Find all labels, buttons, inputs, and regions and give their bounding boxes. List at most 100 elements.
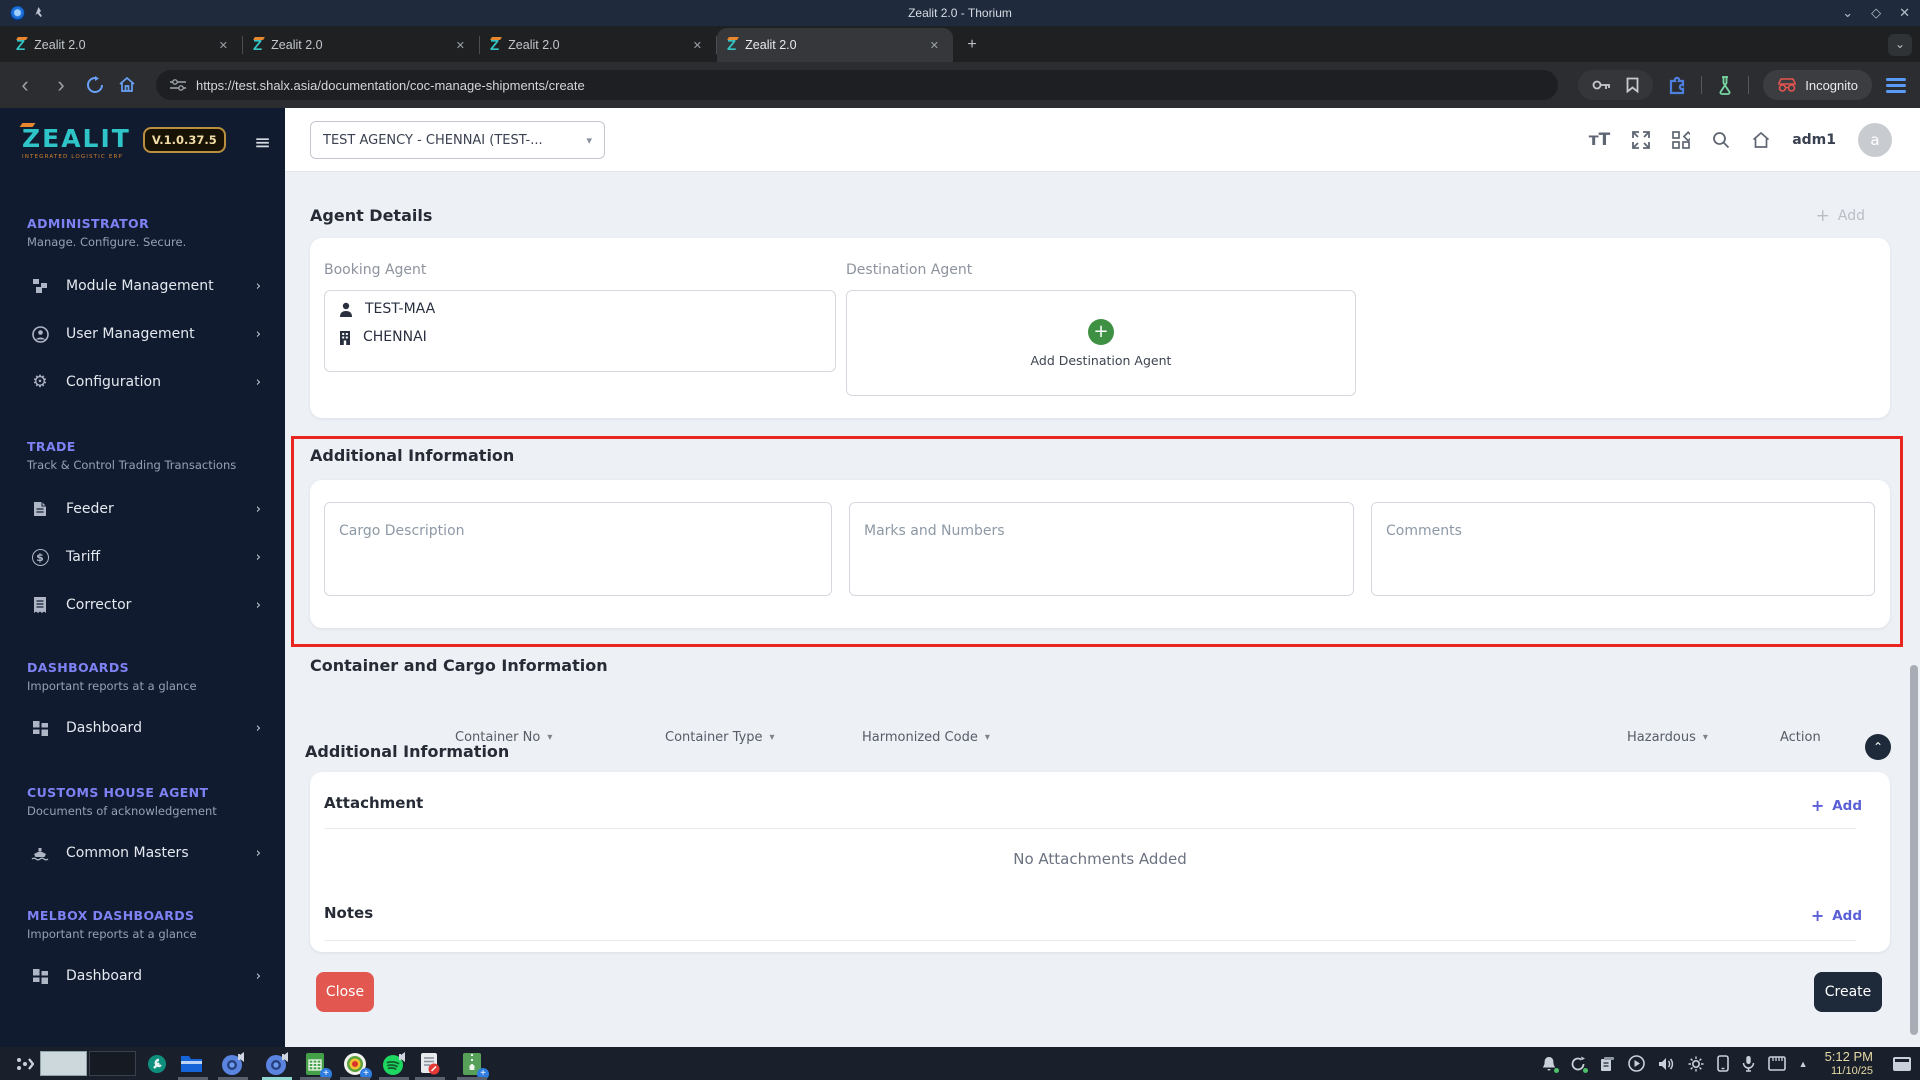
notifications-bell-icon[interactable]: [1541, 1056, 1559, 1073]
app-launcher-icon[interactable]: [16, 1056, 34, 1072]
microphone-icon[interactable]: [1742, 1055, 1755, 1072]
taskbar-target-app-icon[interactable]: +: [341, 1050, 372, 1080]
chevron-right-icon: ›: [255, 278, 261, 294]
username-label[interactable]: adm1: [1792, 132, 1836, 148]
tab-search-menu-button[interactable]: ⌄: [1888, 34, 1912, 56]
booking-agent-box[interactable]: TEST-MAA CHENNAI: [324, 290, 836, 372]
workspace-2[interactable]: [89, 1051, 136, 1076]
column-header-hazardous[interactable]: Hazardous ▾: [1627, 730, 1708, 745]
forward-icon[interactable]: ›: [50, 74, 72, 96]
tab-close-icon[interactable]: ✕: [926, 37, 943, 54]
create-button[interactable]: Create: [1814, 972, 1882, 1012]
agency-select[interactable]: TEST AGENCY - CHENNAI (TEST-... ▾: [310, 121, 605, 159]
sidebar-item-user-management[interactable]: User Management ›: [0, 319, 285, 349]
avatar[interactable]: a: [1858, 123, 1892, 157]
back-icon[interactable]: ‹: [14, 74, 36, 96]
browser-tab-3[interactable]: Z Zealit 2.0 ✕: [480, 28, 716, 62]
sidebar-section-subtitle: Manage. Configure. Secure.: [27, 235, 187, 249]
sidebar-item-dashboard[interactable]: Dashboard ›: [0, 713, 285, 743]
phone-icon[interactable]: [1716, 1055, 1729, 1072]
window-minimize-button[interactable]: ⌄: [1842, 5, 1853, 21]
tab-close-icon[interactable]: ✕: [689, 37, 706, 54]
column-header-container-type[interactable]: Container Type ▾: [665, 730, 775, 745]
collapse-panel-button[interactable]: ⌃: [1865, 734, 1891, 760]
add-destination-agent-label: Add Destination Agent: [1030, 352, 1172, 368]
sidebar-item-configuration[interactable]: ⚙ Configuration ›: [0, 367, 285, 397]
chevron-right-icon: ›: [255, 549, 261, 565]
brightness-icon[interactable]: [1688, 1056, 1704, 1072]
window-maximize-button[interactable]: ◇: [1871, 5, 1881, 21]
sidebar-collapse-icon[interactable]: ≡: [254, 132, 271, 152]
clock-date: 11/10/25: [1830, 1064, 1873, 1077]
incognito-badge: Incognito: [1763, 70, 1872, 100]
sidebar-item-label: Common Masters: [66, 845, 189, 861]
person-icon: [340, 302, 352, 317]
cargo-description-input[interactable]: Cargo Description: [324, 502, 832, 596]
content-scrollbar[interactable]: [1910, 665, 1918, 1035]
sidebar-item-common-masters[interactable]: Common Masters ›: [0, 838, 285, 868]
fullscreen-icon[interactable]: [1632, 131, 1651, 149]
browser-menu-icon[interactable]: [1886, 77, 1906, 93]
text-size-icon[interactable]: тT: [1589, 130, 1610, 150]
apps-grid-icon[interactable]: [1672, 131, 1691, 149]
taskbar-spotify-icon[interactable]: [380, 1050, 407, 1077]
tab-close-icon[interactable]: ✕: [215, 37, 232, 54]
network-icon[interactable]: [1767, 1056, 1786, 1071]
add-destination-agent-button[interactable]: + Add Destination Agent: [846, 290, 1356, 396]
sidebar-item-melbox-dashboard[interactable]: Dashboard ›: [0, 961, 285, 991]
sidebar-item-tariff[interactable]: $ Tariff ›: [0, 542, 285, 572]
password-key-icon[interactable]: [1592, 79, 1612, 91]
browser-tab-4-active[interactable]: Z Zealit 2.0 ✕: [717, 28, 953, 62]
sidebar-item-corrector[interactable]: Corrector ›: [0, 590, 285, 620]
new-tab-button[interactable]: +: [959, 32, 985, 58]
reload-icon[interactable]: [86, 76, 104, 94]
sidebar-item-feeder[interactable]: Feeder ›: [0, 494, 285, 524]
tray-expand-icon[interactable]: ▲: [1799, 1059, 1808, 1069]
column-header-harmonized-code[interactable]: Harmonized Code ▾: [862, 730, 990, 745]
comments-input[interactable]: Comments: [1371, 502, 1875, 596]
workspace-1-active[interactable]: [40, 1051, 87, 1076]
taskbar-file-manager-icon[interactable]: [178, 1050, 205, 1077]
attachment-add-button[interactable]: + Add: [1811, 796, 1862, 815]
bookmark-icon[interactable]: [1626, 77, 1639, 93]
sort-caret-icon[interactable]: ▾: [547, 732, 552, 743]
marks-and-numbers-input[interactable]: Marks and Numbers: [849, 502, 1354, 596]
browser-tab-1[interactable]: Z Zealit 2.0 ✕: [6, 28, 242, 62]
comments-placeholder: Comments: [1386, 523, 1462, 539]
taskbar-spreadsheet-icon[interactable]: +: [301, 1050, 332, 1080]
address-bar[interactable]: https://test.shalx.asia/documentation/co…: [156, 70, 1559, 100]
window-close-button[interactable]: ✕: [1899, 5, 1910, 21]
home-icon[interactable]: [118, 76, 136, 94]
dollar-icon: $: [30, 548, 50, 566]
taskbar-text-editor-icon[interactable]: [416, 1050, 443, 1077]
sort-caret-icon[interactable]: ▾: [985, 732, 990, 743]
volume-icon[interactable]: [1658, 1056, 1675, 1072]
incognito-label: Incognito: [1805, 77, 1858, 93]
extensions-puzzle-icon[interactable]: [1667, 75, 1687, 95]
search-icon[interactable]: [1712, 131, 1730, 149]
taskbar-settings-icon[interactable]: [143, 1050, 170, 1077]
home-icon[interactable]: [1752, 131, 1770, 149]
notes-add-button[interactable]: + Add: [1811, 906, 1862, 925]
agent-details-add-button[interactable]: + Add: [1816, 206, 1865, 226]
updates-sync-icon[interactable]: [1570, 1056, 1588, 1073]
chevron-right-icon: ›: [255, 720, 261, 736]
tab-close-icon[interactable]: ✕: [452, 37, 469, 54]
media-play-icon[interactable]: [1627, 1055, 1645, 1072]
plus-icon: +: [1815, 206, 1830, 226]
sort-caret-icon[interactable]: ▾: [1703, 732, 1708, 743]
sidebar-item-module-management[interactable]: Module Management ›: [0, 271, 285, 301]
taskbar-browser-2-icon[interactable]: [263, 1050, 290, 1077]
close-button[interactable]: Close: [316, 972, 374, 1012]
show-desktop-icon[interactable]: [1892, 1056, 1912, 1072]
clipboard-notes-icon[interactable]: [1599, 1056, 1615, 1072]
sidebar-item-label: Dashboard: [66, 968, 142, 984]
lab-flask-icon[interactable]: [1716, 75, 1734, 95]
taskbar-browser-1-icon[interactable]: [219, 1050, 246, 1077]
browser-tab-2[interactable]: Z Zealit 2.0 ✕: [243, 28, 479, 62]
site-info-icon[interactable]: [170, 78, 186, 92]
sort-caret-icon[interactable]: ▾: [770, 732, 775, 743]
clock[interactable]: 5:12 PM 11/10/25: [1825, 1049, 1873, 1078]
url-text[interactable]: https://test.shalx.asia/documentation/co…: [196, 78, 585, 93]
taskbar-archive-manager-icon[interactable]: +: [458, 1050, 489, 1080]
